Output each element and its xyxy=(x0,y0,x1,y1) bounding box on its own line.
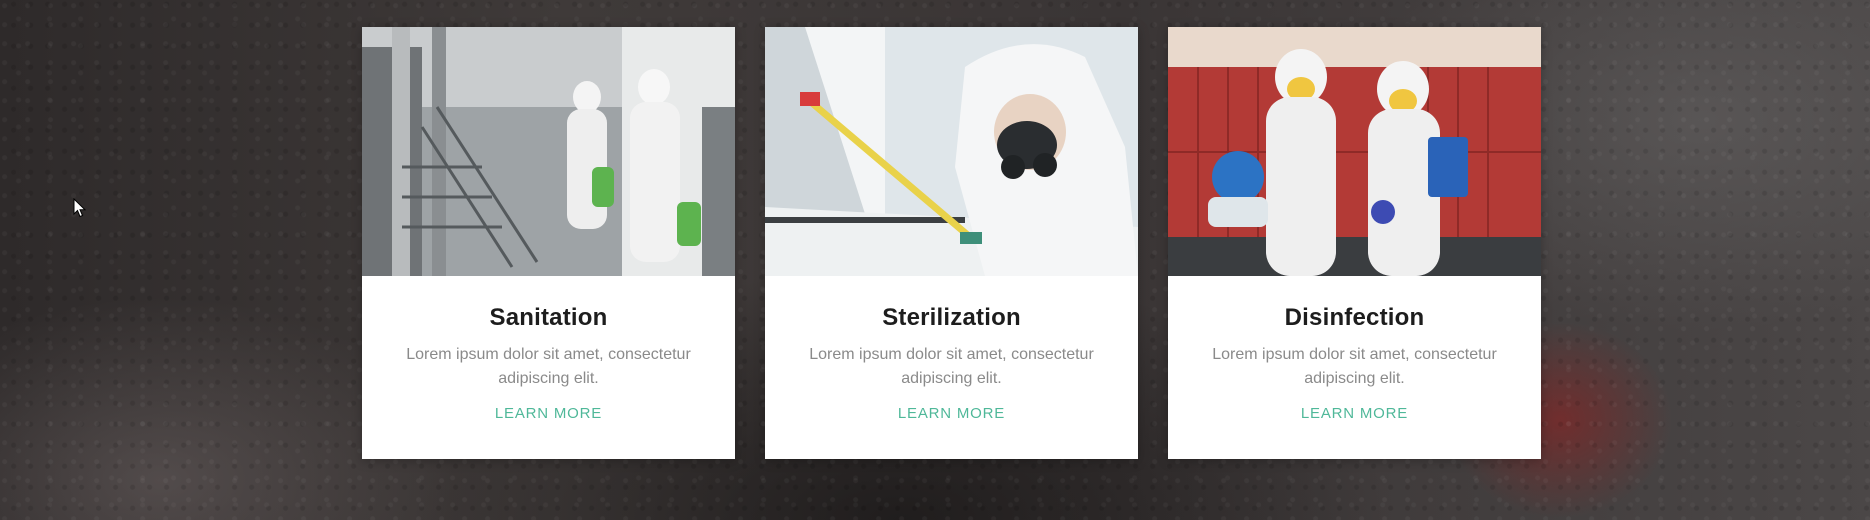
sterilization-photo xyxy=(765,27,1138,276)
card-title: Sterilization xyxy=(882,304,1021,331)
learn-more-link[interactable]: LEARN MORE xyxy=(495,405,602,422)
mouse-cursor-icon xyxy=(73,198,87,218)
disinfection-photo xyxy=(1168,27,1541,276)
service-card-disinfection: Disinfection Lorem ipsum dolor sit amet,… xyxy=(1168,27,1541,459)
sanitation-photo xyxy=(362,27,735,276)
learn-more-link[interactable]: LEARN MORE xyxy=(898,405,1005,422)
learn-more-link[interactable]: LEARN MORE xyxy=(1301,405,1408,422)
card-description: Lorem ipsum dolor sit amet, consectetur … xyxy=(1212,346,1497,387)
service-card-sterilization: Sterilization Lorem ipsum dolor sit amet… xyxy=(765,27,1138,459)
card-description: Lorem ipsum dolor sit amet, consectetur … xyxy=(809,346,1094,387)
card-title: Disinfection xyxy=(1284,304,1425,331)
service-card-sanitation: Sanitation Lorem ipsum dolor sit amet, c… xyxy=(362,27,735,459)
card-description: Lorem ipsum dolor sit amet, consectetur … xyxy=(406,346,691,387)
card-title: Sanitation xyxy=(489,304,608,331)
